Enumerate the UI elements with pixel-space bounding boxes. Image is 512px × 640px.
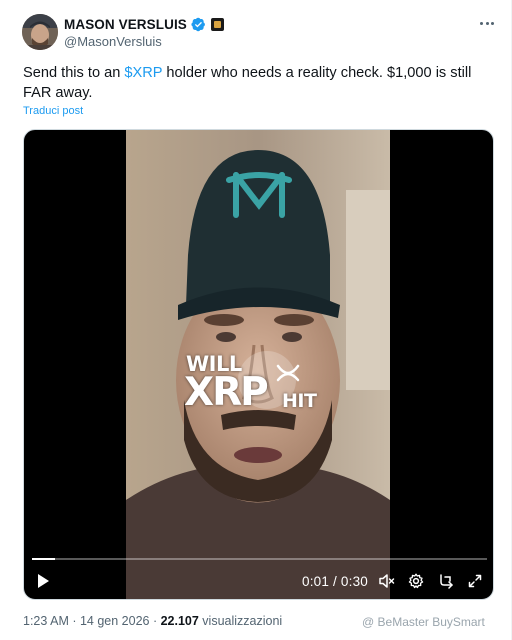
volume-muted-icon bbox=[379, 574, 395, 588]
author-name-row: MASON VERSLUIS bbox=[64, 15, 224, 33]
picture-in-picture-button[interactable] bbox=[435, 566, 457, 596]
fullscreen-button[interactable] bbox=[464, 566, 486, 596]
gear-icon bbox=[408, 573, 424, 589]
settings-button[interactable] bbox=[405, 566, 427, 596]
views-count: 22.107 bbox=[160, 614, 199, 628]
video-thumbnail bbox=[126, 130, 390, 599]
author-display-name[interactable]: MASON VERSLUIS bbox=[64, 17, 187, 32]
picture-in-picture-icon bbox=[440, 574, 453, 589]
more-options-button[interactable] bbox=[476, 14, 498, 32]
views-label: visualizzazioni bbox=[198, 614, 283, 628]
mute-button[interactable] bbox=[376, 566, 398, 596]
author-handle[interactable]: @MasonVersluis bbox=[64, 34, 162, 49]
video-time-display: 0:01 / 0:30 bbox=[302, 574, 369, 589]
verified-badge-icon[interactable] bbox=[191, 17, 206, 32]
video-frame[interactable] bbox=[126, 130, 390, 599]
post-text: Send this to an $XRP holder who needs a … bbox=[23, 63, 493, 103]
post-text-before: Send this to an bbox=[23, 65, 125, 81]
video-progress-bar[interactable] bbox=[32, 558, 487, 560]
more-dot-icon bbox=[480, 21, 483, 25]
fullscreen-icon bbox=[468, 574, 482, 588]
post-timestamp[interactable]: 1:23 AM · 14 gen 2026 · bbox=[23, 614, 161, 628]
video-progress-fill bbox=[32, 558, 55, 560]
play-icon bbox=[38, 574, 49, 588]
translate-post-link[interactable]: Traduci post bbox=[23, 105, 83, 117]
post-meta: 1:23 AM · 14 gen 2026 · 22.107 visualizz… bbox=[23, 614, 282, 628]
play-button[interactable] bbox=[32, 566, 54, 596]
video-controls: 0:01 / 0:30 bbox=[24, 566, 493, 596]
video-player[interactable]: WILL XRP HIT 0:01 / 0:30 bbox=[23, 129, 494, 600]
more-dot-icon bbox=[485, 21, 489, 25]
tweet-card: MASON VERSLUIS @MasonVersluis Send this … bbox=[0, 0, 512, 640]
avatar-image bbox=[22, 14, 58, 50]
cashtag-link[interactable]: $XRP bbox=[124, 65, 162, 81]
author-avatar[interactable] bbox=[22, 14, 58, 50]
watermark-text: @ BeMaster BuySmart bbox=[362, 615, 485, 629]
watermark: @ BeMaster BuySmart bbox=[362, 615, 485, 629]
affiliate-badge-icon[interactable] bbox=[210, 17, 224, 31]
more-dot-icon bbox=[491, 21, 494, 25]
